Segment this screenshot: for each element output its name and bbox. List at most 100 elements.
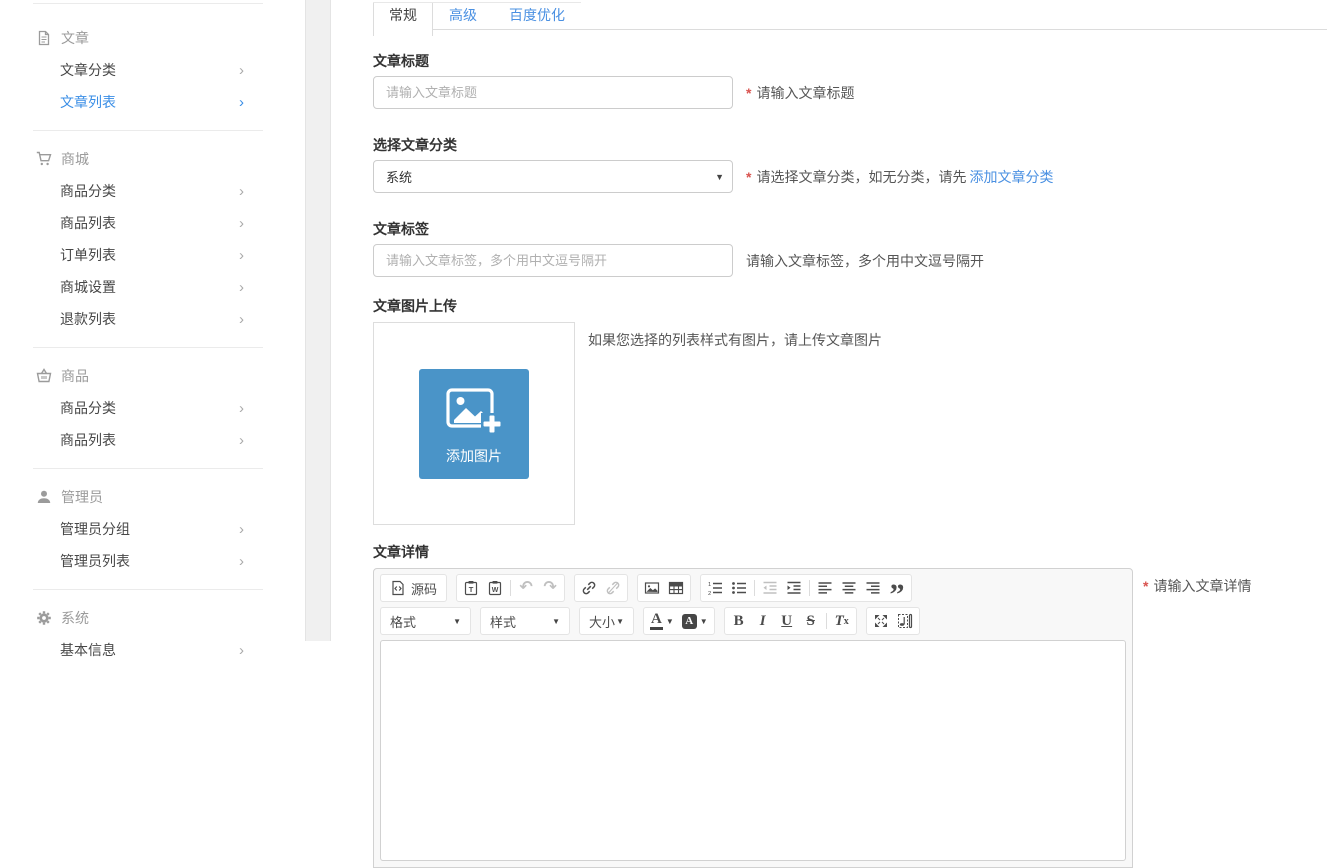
sidebar-item-admin-list[interactable]: 管理员列表 › bbox=[0, 545, 305, 577]
title-field-hint: *请输入文章标题 bbox=[746, 83, 854, 103]
numbered-list-button[interactable]: 12 bbox=[703, 576, 727, 600]
sidebar-item-label: 管理员列表 bbox=[60, 551, 130, 571]
paste-from-word-button[interactable]: W bbox=[483, 576, 507, 600]
sidebar-item-label: 管理员分组 bbox=[60, 519, 130, 539]
redo-button[interactable]: ↷ bbox=[538, 576, 562, 600]
background-color-button[interactable]: A ▼ bbox=[678, 609, 712, 633]
chevron-right-icon: › bbox=[239, 401, 244, 416]
underline-button[interactable]: U bbox=[775, 609, 799, 633]
svg-text:2: 2 bbox=[708, 591, 711, 596]
paste-text-button[interactable]: T bbox=[459, 576, 483, 600]
sidebar-item-mall-goods-list[interactable]: 商品列表 › bbox=[0, 207, 305, 239]
cart-icon bbox=[36, 151, 52, 167]
image-field-hint: 如果您选择的列表样式有图片，请上传文章图片 bbox=[588, 330, 882, 350]
insert-table-button[interactable] bbox=[664, 576, 688, 600]
decrease-indent-button[interactable] bbox=[758, 576, 782, 600]
source-button[interactable]: 源码 bbox=[383, 576, 444, 600]
text-color-icon: A bbox=[650, 612, 663, 630]
chevron-right-icon: › bbox=[239, 95, 244, 110]
italic-button[interactable]: I bbox=[751, 609, 775, 633]
style-combo[interactable]: 样式 ▼ bbox=[483, 609, 567, 633]
insert-image-button[interactable] bbox=[640, 576, 664, 600]
add-category-link[interactable]: 添加文章分类 bbox=[969, 169, 1053, 185]
sidebar-item-basic-info[interactable]: 基本信息 › bbox=[0, 634, 305, 666]
field-group-detail: 文章详情 源码 T bbox=[373, 542, 1327, 868]
align-center-button[interactable] bbox=[837, 576, 861, 600]
unlink-button[interactable] bbox=[601, 576, 625, 600]
toolbar-separator bbox=[809, 580, 810, 596]
required-asterisk: * bbox=[746, 85, 751, 101]
image-field-label: 文章图片上传 bbox=[373, 296, 1327, 316]
sidebar-section-mall: 商城 bbox=[0, 143, 305, 175]
tags-input[interactable] bbox=[373, 244, 733, 277]
field-group-tags: 文章标签 请输入文章标签，多个用中文逗号隔开 bbox=[373, 219, 1327, 277]
tab-general[interactable]: 常规 bbox=[373, 3, 433, 36]
sidebar-item-label: 退款列表 bbox=[60, 309, 116, 329]
sidebar-section-system: 系统 bbox=[0, 602, 305, 634]
sidebar-item-label: 基本信息 bbox=[60, 640, 116, 660]
chevron-right-icon: › bbox=[239, 643, 244, 658]
toolbar-separator bbox=[510, 580, 511, 596]
link-icon bbox=[581, 580, 597, 596]
dropdown-arrow-icon: ▼ bbox=[700, 617, 708, 626]
link-button[interactable] bbox=[577, 576, 601, 600]
show-blocks-icon bbox=[897, 613, 913, 629]
title-input[interactable] bbox=[373, 76, 733, 109]
chevron-right-icon: › bbox=[239, 312, 244, 327]
format-combo[interactable]: 格式 ▼ bbox=[383, 609, 468, 633]
category-select[interactable]: 系统 ▼ bbox=[373, 160, 733, 193]
sidebar-section-goods: 商品 bbox=[0, 360, 305, 392]
bulleted-list-button[interactable] bbox=[727, 576, 751, 600]
bold-button[interactable]: B bbox=[727, 609, 751, 633]
tags-field-label: 文章标签 bbox=[373, 219, 1327, 239]
field-group-title: 文章标题 *请输入文章标题 bbox=[373, 51, 1327, 109]
select-arrow-icon: ▼ bbox=[715, 172, 724, 182]
remove-format-button[interactable]: Tx bbox=[830, 609, 854, 633]
image-icon bbox=[644, 580, 660, 596]
sidebar-item-label: 订单列表 bbox=[60, 245, 116, 265]
sidebar-item-mall-settings[interactable]: 商城设置 › bbox=[0, 271, 305, 303]
svg-text:T: T bbox=[469, 585, 474, 594]
sidebar-item-article-list[interactable]: 文章列表 › bbox=[0, 86, 305, 118]
sidebar-content-gutter bbox=[305, 0, 331, 641]
editor-toolbar: 源码 T W ↶ ↷ bbox=[374, 569, 1132, 640]
sidebar-item-article-category[interactable]: 文章分类 › bbox=[0, 54, 305, 86]
user-icon bbox=[36, 489, 52, 505]
dropdown-arrow-icon: ▼ bbox=[552, 617, 560, 626]
image-upload-area[interactable]: 添加图片 bbox=[373, 322, 575, 525]
chevron-right-icon: › bbox=[239, 522, 244, 537]
add-image-button-label: 添加图片 bbox=[446, 446, 502, 466]
show-blocks-button[interactable] bbox=[893, 609, 917, 633]
sidebar-item-mall-goods-category[interactable]: 商品分类 › bbox=[0, 175, 305, 207]
sidebar-item-refund-list[interactable]: 退款列表 › bbox=[0, 303, 305, 335]
sidebar-item-admin-group[interactable]: 管理员分组 › bbox=[0, 513, 305, 545]
category-field-label: 选择文章分类 bbox=[373, 135, 1327, 155]
editor-content[interactable] bbox=[380, 640, 1126, 861]
chevron-right-icon: › bbox=[239, 248, 244, 263]
sidebar-item-label: 商城设置 bbox=[60, 277, 116, 297]
add-image-button[interactable]: 添加图片 bbox=[419, 369, 529, 479]
maximize-button[interactable] bbox=[869, 609, 893, 633]
align-left-button[interactable] bbox=[813, 576, 837, 600]
dropdown-arrow-icon: ▼ bbox=[453, 617, 461, 626]
blockquote-button[interactable]: ” bbox=[885, 576, 909, 600]
source-button-label: 源码 bbox=[411, 579, 437, 598]
tab-baidu-seo[interactable]: 百度优化 bbox=[493, 3, 581, 36]
text-color-button[interactable]: A ▼ bbox=[646, 609, 678, 633]
undo-button[interactable]: ↶ bbox=[514, 576, 538, 600]
detail-field-hint: *请输入文章详情 bbox=[1143, 576, 1251, 596]
increase-indent-button[interactable] bbox=[782, 576, 806, 600]
tab-advanced[interactable]: 高级 bbox=[433, 3, 493, 36]
size-combo[interactable]: 大小 ▼ bbox=[582, 609, 631, 633]
toolbar-separator bbox=[754, 580, 755, 596]
sidebar-item-goods-category[interactable]: 商品分类 › bbox=[0, 392, 305, 424]
sidebar-item-goods-list[interactable]: 商品列表 › bbox=[0, 424, 305, 456]
paste-word-icon: W bbox=[487, 580, 503, 596]
sidebar-item-order-list[interactable]: 订单列表 › bbox=[0, 239, 305, 271]
align-right-button[interactable] bbox=[861, 576, 885, 600]
sidebar-section-label: 商品 bbox=[61, 366, 89, 386]
title-field-label: 文章标题 bbox=[373, 51, 1327, 71]
strikethrough-button[interactable]: S bbox=[799, 609, 823, 633]
sidebar-item-label: 商品列表 bbox=[60, 213, 116, 233]
field-group-image: 文章图片上传 添加图片 bbox=[373, 296, 1327, 525]
